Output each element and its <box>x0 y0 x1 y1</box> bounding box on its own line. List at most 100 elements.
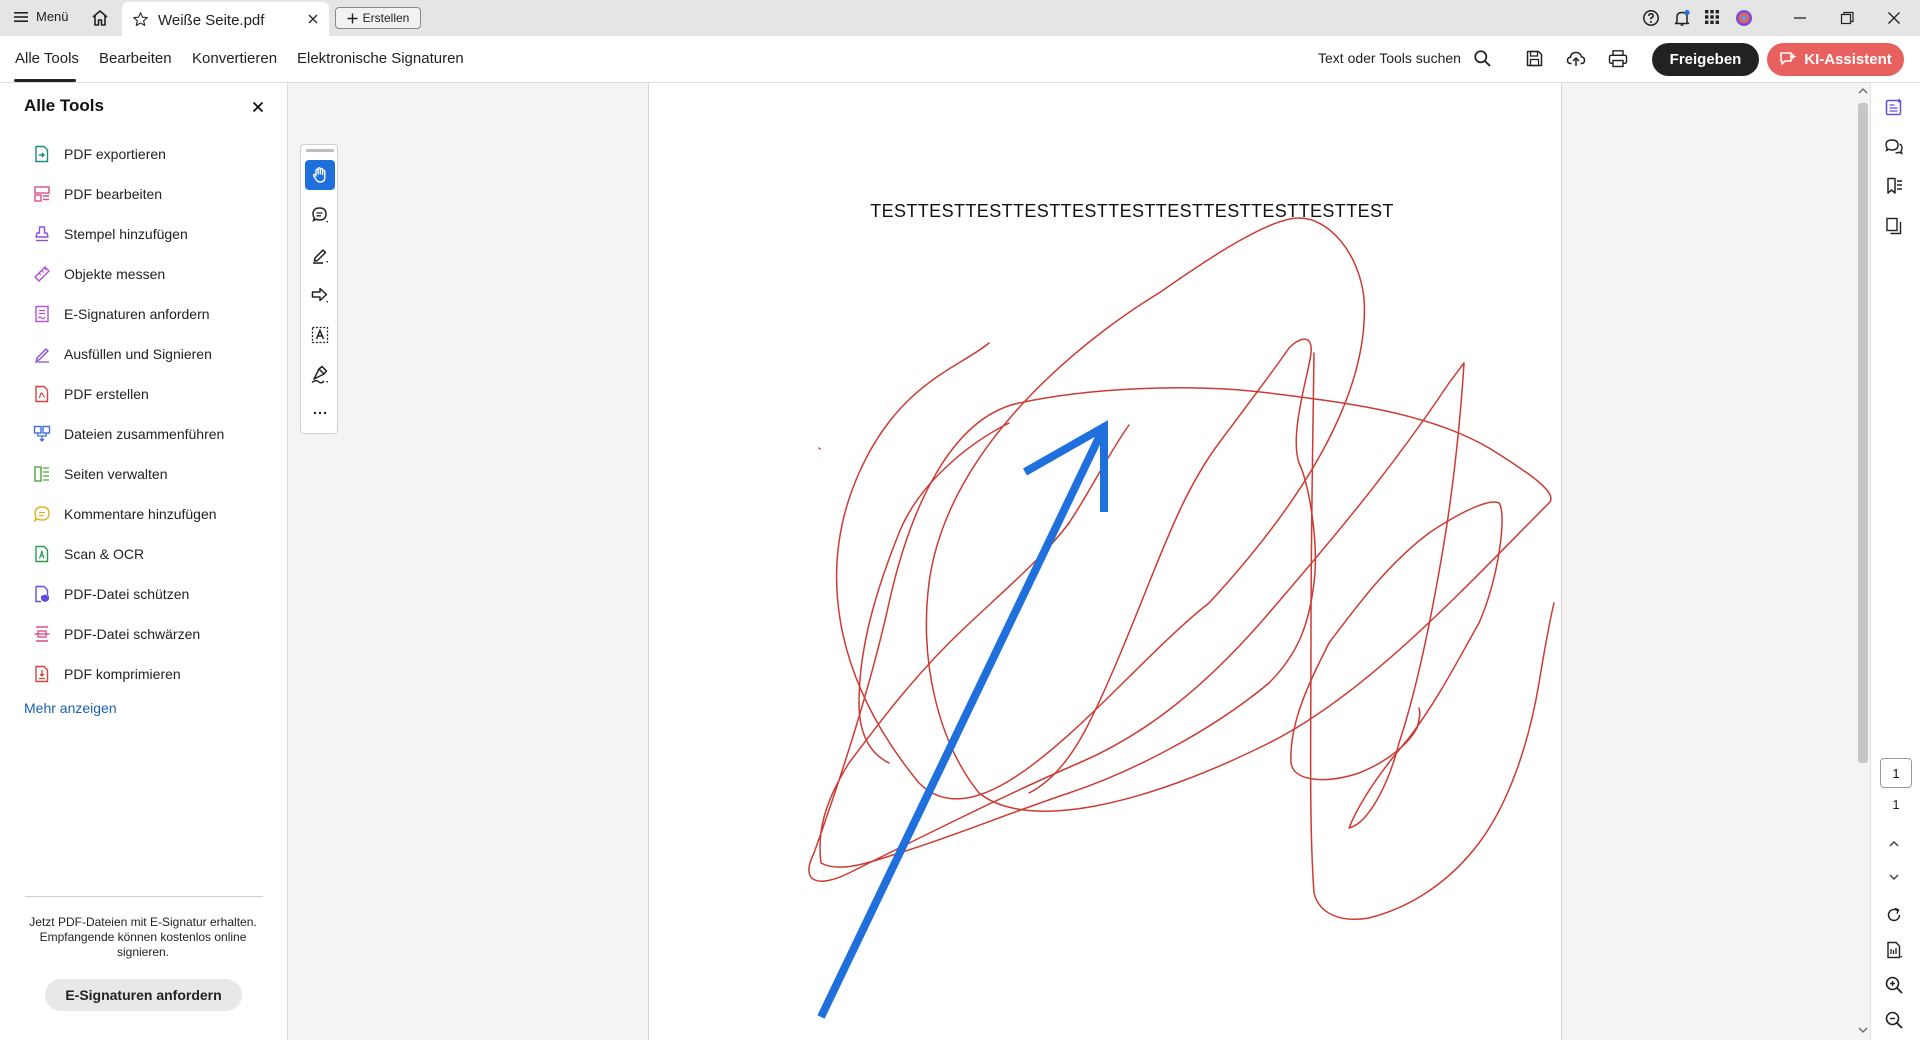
tool-organize-pages[interactable]: Seiten verwalten <box>32 463 168 485</box>
current-page-input[interactable]: 1 <box>1880 758 1912 788</box>
vertical-scrollbar[interactable] <box>1856 83 1870 1040</box>
tool-request-signatures[interactable]: E-Signaturen anfordern <box>32 303 210 325</box>
menu-button[interactable]: Menü <box>14 9 69 24</box>
restore-icon[interactable] <box>1837 8 1857 28</box>
show-more-link[interactable]: Mehr anzeigen <box>24 700 117 716</box>
active-tab-indicator <box>14 79 76 82</box>
upload-cloud-icon[interactable] <box>1566 49 1586 68</box>
zoom-in-icon[interactable] <box>1884 975 1904 995</box>
tool-edit-pdf[interactable]: PDF bearbeiten <box>32 183 162 205</box>
tool-protect-pdf[interactable]: PDF-Datei schützen <box>32 583 189 605</box>
more-tools-button[interactable] <box>305 398 335 428</box>
tab-e-signatures[interactable]: Elektronische Signaturen <box>297 50 464 67</box>
tool-create-pdf[interactable]: PDF erstellen <box>32 383 149 405</box>
highlight-button[interactable] <box>305 240 335 270</box>
scroll-down-icon[interactable] <box>1857 1025 1869 1035</box>
star-icon[interactable] <box>132 11 149 28</box>
tool-fill-sign[interactable]: Ausfüllen und Signieren <box>32 343 212 365</box>
scrollbar-thumb[interactable] <box>1858 103 1868 763</box>
notifications-icon[interactable] <box>1673 9 1691 27</box>
tool-compress-pdf[interactable]: PDF komprimieren <box>32 663 181 685</box>
minimize-icon[interactable] <box>1790 8 1810 28</box>
create-pdf-icon <box>32 384 52 404</box>
stamp-icon <box>32 224 52 244</box>
next-page-icon[interactable] <box>1884 869 1904 885</box>
scan-ocr-icon <box>32 544 52 564</box>
tab-all-tools[interactable]: Alle Tools <box>15 50 79 67</box>
tool-label: Scan & OCR <box>64 546 145 562</box>
home-icon <box>92 10 108 26</box>
close-tab-icon[interactable] <box>306 12 320 26</box>
page-display-icon[interactable] <box>1884 940 1904 960</box>
more-icon <box>313 411 327 415</box>
tool-redact-pdf[interactable]: PDF-Datei schwärzen <box>32 623 200 645</box>
drag-handle[interactable] <box>306 149 334 152</box>
arrow-tool-button[interactable] <box>305 280 335 310</box>
scroll-up-icon[interactable] <box>1857 86 1869 96</box>
create-button[interactable]: Erstellen <box>335 7 421 29</box>
main-toolbar: Alle Tools Bearbeiten Konvertieren Elekt… <box>0 36 1920 83</box>
add-comment-icon <box>312 207 328 223</box>
comments-panel-icon[interactable] <box>1884 137 1904 157</box>
protect-icon <box>32 584 52 604</box>
help-icon[interactable] <box>1642 9 1660 27</box>
page-thumbnails-icon[interactable] <box>1884 216 1904 236</box>
draw-icon <box>311 365 328 384</box>
add-comment-button[interactable] <box>305 200 335 230</box>
rotate-icon[interactable] <box>1884 905 1904 925</box>
tool-combine-files[interactable]: Dateien zusammenführen <box>32 423 224 445</box>
promo-button-label: E-Signaturen anfordern <box>65 987 222 1003</box>
arrow-tool-icon <box>311 287 328 303</box>
edit-pdf-icon <box>32 184 52 204</box>
bookmarks-icon[interactable] <box>1884 176 1904 196</box>
text-select-button[interactable] <box>305 320 335 350</box>
highlight-icon <box>313 249 328 264</box>
all-tools-panel: Alle Tools PDF exportieren PDF bearbeite… <box>0 83 288 1040</box>
menu-label: Menü <box>36 9 69 24</box>
tab-title: Weiße Seite.pdf <box>158 12 265 29</box>
save-icon[interactable] <box>1525 49 1544 68</box>
document-viewer[interactable]: TESTTESTTESTTESTTESTTESTTESTTESTTESTTEST… <box>288 83 1856 1040</box>
tool-add-comments[interactable]: Kommentare hinzufügen <box>32 503 217 525</box>
text-select-icon <box>311 326 329 344</box>
ai-summary-icon[interactable] <box>1884 97 1904 117</box>
document-tab[interactable]: Weiße Seite.pdf <box>122 2 329 36</box>
tool-label: PDF exportieren <box>64 146 166 162</box>
ai-assistant-icon <box>1780 52 1797 65</box>
tab-edit[interactable]: Bearbeiten <box>99 50 172 67</box>
panel-title: Alle Tools <box>24 96 104 115</box>
hand-tool-button[interactable] <box>305 160 335 190</box>
tool-export-pdf[interactable]: PDF exportieren <box>32 143 166 165</box>
tab-convert[interactable]: Konvertieren <box>192 50 277 67</box>
ai-assistant-label: KI-Assistent <box>1804 51 1892 68</box>
tool-scan-ocr[interactable]: Scan & OCR <box>32 543 144 565</box>
request-signature-icon <box>32 304 52 324</box>
combine-files-icon <box>32 424 52 444</box>
avatar[interactable] <box>1735 9 1753 27</box>
close-window-icon[interactable] <box>1884 8 1904 28</box>
ai-assistant-button[interactable]: KI-Assistent <box>1767 43 1904 76</box>
fill-sign-icon <box>32 344 52 364</box>
zoom-out-icon[interactable] <box>1884 1010 1904 1030</box>
tool-measure[interactable]: Objekte messen <box>32 263 165 285</box>
create-label: Erstellen <box>362 11 410 25</box>
tool-label: Stempel hinzufügen <box>64 226 188 242</box>
tool-label: Kommentare hinzufügen <box>64 506 217 522</box>
tool-label: PDF erstellen <box>64 386 149 402</box>
previous-page-icon[interactable] <box>1884 836 1904 852</box>
tool-label: PDF-Datei schützen <box>64 586 190 602</box>
pdf-page[interactable]: TESTTESTTESTTESTTESTTESTTESTTESTTESTTEST… <box>648 83 1562 1040</box>
home-button[interactable] <box>90 8 110 28</box>
print-icon[interactable] <box>1608 49 1628 68</box>
tool-label: Dateien zusammenführen <box>64 426 225 442</box>
search-icon[interactable] <box>1473 49 1492 68</box>
share-button[interactable]: Freigeben <box>1652 43 1759 76</box>
request-e-signatures-button[interactable]: E-Signaturen anfordern <box>45 979 242 1011</box>
tool-add-stamp[interactable]: Stempel hinzufügen <box>32 223 188 245</box>
share-label: Freigeben <box>1669 51 1742 68</box>
search-tools-label[interactable]: Text oder Tools suchen <box>1318 50 1461 66</box>
apps-grid-icon[interactable] <box>1704 9 1720 25</box>
promo-text: Jetzt PDF-Dateien mit E-Signatur erhalte… <box>29 915 257 959</box>
draw-button[interactable] <box>305 360 335 390</box>
close-panel-icon[interactable] <box>252 101 264 113</box>
